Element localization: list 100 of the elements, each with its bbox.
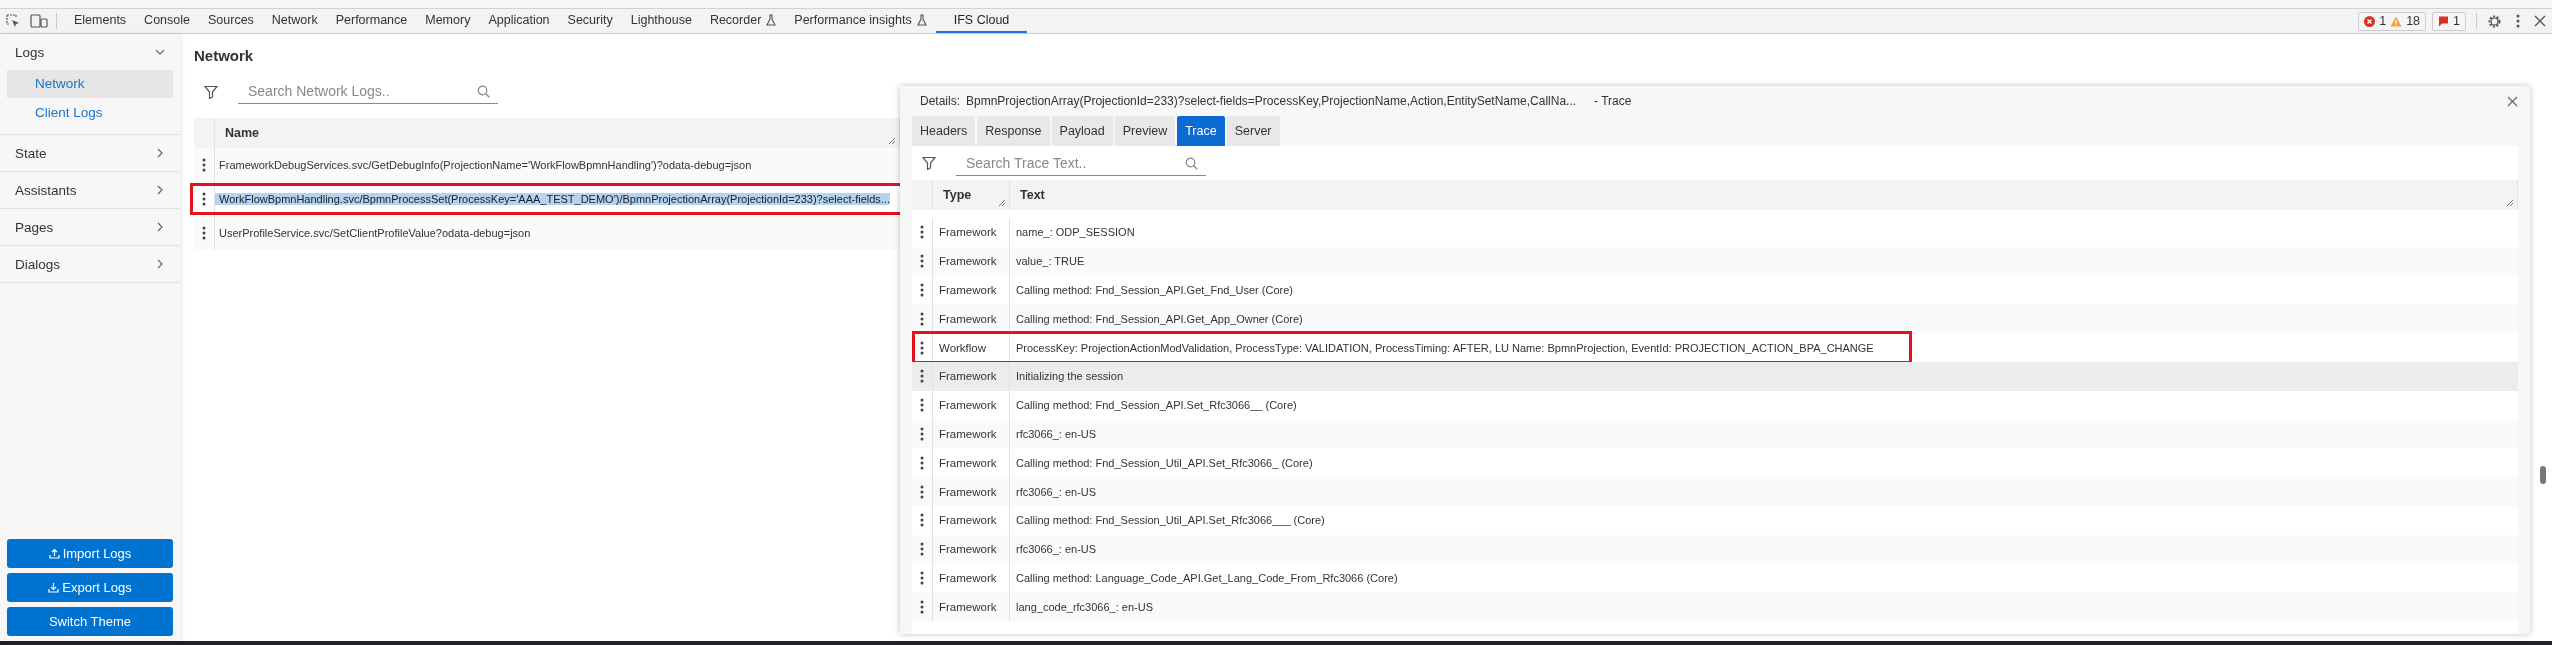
trace-type: Framework [939, 284, 997, 296]
nav-group-label: Pages [15, 219, 54, 235]
theme-button[interactable]: Switch Theme [7, 607, 173, 636]
devtools-tab[interactable]: Elements [65, 9, 136, 33]
trace-text: Calling method: Fnd_Session_Util_API.Set_Rfc3066___ (Core) [1015, 514, 1325, 527]
devtools-tab[interactable]: Console [135, 9, 199, 33]
kebab-icon[interactable] [2516, 14, 2520, 28]
resize-grip-icon[interactable] [888, 137, 896, 145]
trace-text: Initializing the session [1015, 370, 1123, 383]
devtools-tab[interactable]: Security [558, 9, 622, 33]
trace-text: rfc3066_: en-US [1015, 543, 1097, 556]
trace-text: rfc3066_: en-US [1015, 427, 1097, 440]
trace-type: Framework [939, 427, 997, 440]
details-tab[interactable]: Payload [1051, 116, 1113, 146]
details-tab[interactable]: Preview [1114, 116, 1176, 146]
error-icon [2364, 15, 2376, 27]
trace-type: Framework [939, 600, 997, 613]
devtools-tab[interactable]: Performance [326, 9, 417, 33]
devtools-tab[interactable]: Recorder [700, 9, 786, 33]
trace-type: Framework [939, 543, 997, 556]
trace-text: Calling method: Fnd_Session_Util_API.Set_Rfc3066_ (Core) [1015, 456, 1313, 469]
trace-text: lang_code_rfc3066_: en-US [1015, 600, 1153, 613]
chevron-icon[interactable] [155, 47, 165, 57]
column-header: Type [943, 188, 972, 202]
search-icon [1185, 156, 1198, 170]
trace-type: Framework [939, 485, 997, 498]
details-tab[interactable]: Response [977, 116, 1050, 146]
close-icon[interactable] [2507, 95, 2518, 107]
kebab-icon[interactable] [920, 369, 924, 384]
kebab-icon[interactable] [920, 542, 924, 557]
details-tab[interactable]: Trace [1177, 116, 1225, 146]
close-icon[interactable] [2534, 15, 2546, 27]
details-tab[interactable]: Headers [912, 116, 976, 146]
upload-icon [48, 548, 60, 559]
chevron-icon[interactable] [155, 185, 165, 195]
search-field[interactable]: Search Network Logs.. [238, 79, 498, 104]
flag-icon [2438, 15, 2450, 27]
kebab-icon[interactable] [920, 340, 924, 355]
download-icon [48, 582, 60, 593]
kebab-icon[interactable] [920, 225, 924, 240]
devtools-tab[interactable]: Network [262, 9, 327, 33]
filter-icon[interactable] [204, 84, 218, 99]
chevron-icon[interactable] [155, 148, 165, 158]
chevron-icon[interactable] [155, 259, 165, 269]
import-button[interactable]: Import Logs [7, 539, 173, 568]
request-name[interactable]: WorkFlowBpmnHandling.svc/BpmnProcessSet(ProcessKey='AAA_TEST_DEMO')/BpmnProjectionArray(ProjectionId=233)?select-fields... [215, 193, 890, 205]
trace-text: value_: TRUE [1015, 255, 1085, 268]
settings-icon[interactable] [2487, 13, 2502, 29]
inspect-icon[interactable] [6, 14, 20, 28]
devtools-tab[interactable]: Performance insights [785, 9, 936, 33]
column-header: Text [1020, 188, 1045, 202]
trace-text: ProcessKey: ProjectionActionModValidation, ProcessType: VALIDATION, ProcessTiming: AFTER, LU Name: BpmnProjection, EventId: PROJECTION_ACTION_BPA_CHANGE [1015, 341, 1874, 354]
details-tab[interactable]: Server [1226, 116, 1280, 146]
error-count: 1 [2379, 14, 2387, 28]
kebab-icon[interactable] [920, 599, 924, 614]
nav-group-label: State [15, 145, 47, 161]
filter-icon[interactable] [922, 156, 936, 170]
search-field[interactable]: Search Trace Text.. [956, 150, 1206, 176]
scrollbar-thumb[interactable] [2540, 466, 2546, 484]
request-name[interactable]: UserProfileService.svc/SetClientProfileValue?odata-debug=json [215, 227, 531, 239]
export-button[interactable]: Export Logs [7, 573, 173, 602]
devtools-tab[interactable]: Lighthouse [621, 9, 701, 33]
resize-grip-icon[interactable] [998, 199, 1006, 207]
nav-group[interactable]: Dialogs [7, 246, 173, 282]
chevron-icon[interactable] [155, 222, 165, 232]
nav-group[interactable]: Assistants [7, 172, 173, 208]
trace-type: Framework [939, 255, 997, 268]
resize-grip-icon[interactable] [2506, 199, 2514, 207]
nav-group[interactable]: Pages [7, 209, 173, 245]
kebab-icon[interactable] [202, 192, 206, 206]
devtools-tab[interactable]: Memory [416, 9, 480, 33]
nav-group[interactable]: Logs [7, 34, 173, 70]
kebab-icon[interactable] [202, 226, 206, 240]
trace-text: Calling method: Fnd_Session_API.Get_App_Owner (Core) [1015, 312, 1303, 325]
kebab-icon[interactable] [920, 398, 924, 413]
nav-group[interactable]: State [7, 135, 173, 171]
devtools-tab[interactable]: Application [479, 9, 559, 33]
kebab-icon[interactable] [202, 158, 206, 172]
kebab-icon[interactable] [920, 254, 924, 269]
issues-badge[interactable]: 1 [2432, 11, 2466, 31]
kebab-icon[interactable] [920, 513, 924, 528]
kebab-icon[interactable] [920, 484, 924, 499]
kebab-icon[interactable] [920, 570, 924, 585]
trace-text: rfc3066_: en-US [1015, 485, 1097, 498]
kebab-icon[interactable] [920, 455, 924, 470]
request-name: BpmnProjectionArray(ProjectionId=233)?select-fields=ProcessKey,ProjectionName,Action,EntitySetName,CallNa... [966, 94, 1577, 108]
nav-group-label: Logs [15, 44, 45, 60]
device-toolbar-icon[interactable] [30, 14, 48, 28]
nav-item[interactable]: Client Logs [7, 99, 173, 127]
nav-item[interactable]: Network [7, 70, 173, 98]
console-counts-badge[interactable]: 1 18 [2358, 11, 2427, 31]
issue-count: 1 [2453, 14, 2460, 28]
trace-text: Calling method: Fnd_Session_API.Set_Rfc3066__ (Core) [1015, 399, 1297, 412]
devtools-tab[interactable]: Sources [199, 9, 263, 33]
kebab-icon[interactable] [920, 311, 924, 326]
trace-text: name_: ODP_SESSION [1015, 226, 1135, 239]
trace-type: Framework [939, 312, 997, 325]
details-label: Details: [920, 94, 960, 108]
kebab-icon[interactable] [920, 426, 924, 441]
kebab-icon[interactable] [920, 283, 924, 297]
